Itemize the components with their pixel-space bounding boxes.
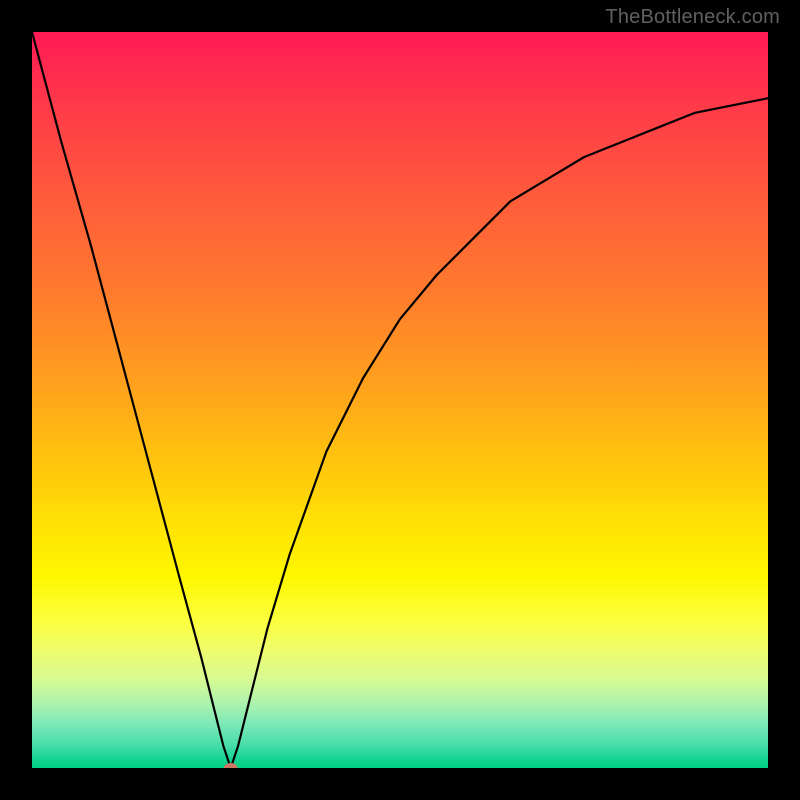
bottleneck-curve [32, 32, 768, 768]
optimal-point-marker [224, 763, 238, 768]
bottleneck-curve-svg [32, 32, 768, 768]
plot-area [32, 32, 768, 768]
watermark-text: TheBottleneck.com [605, 6, 780, 29]
chart-frame: TheBottleneck.com [0, 0, 800, 800]
